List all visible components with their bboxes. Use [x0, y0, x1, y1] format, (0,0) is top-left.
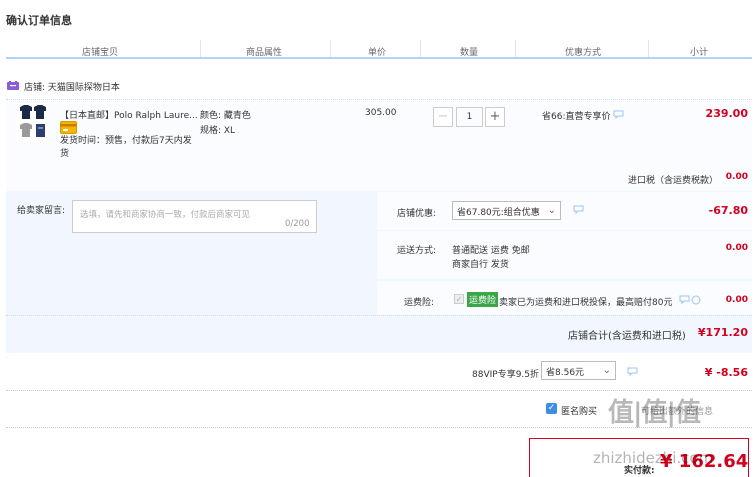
product-size: 规格: XL: [200, 126, 236, 136]
insurance-label: 运费险:: [404, 298, 435, 308]
insurance-value: 0.00: [725, 295, 748, 305]
chat-icon[interactable]: [627, 367, 638, 376]
shipping-carrier: 商家自行 发货: [452, 260, 509, 270]
store-total-value: ¥171.20: [697, 326, 748, 339]
vip-row: [6, 353, 752, 391]
item-subtotal: 239.00: [705, 107, 748, 120]
page-title: 确认订单信息: [6, 14, 72, 27]
vip-label: 88VIP专享9.5折: [472, 370, 540, 380]
import-tax-value: 0.00: [725, 172, 748, 182]
watermark-logo: 值|值|值: [608, 398, 701, 428]
message-char-count: 0/200: [285, 219, 310, 229]
product-thumbnail[interactable]: [16, 103, 48, 143]
chat-icon[interactable]: [613, 110, 624, 119]
store-discount-label: 店铺优惠:: [397, 209, 437, 219]
message-label: 给卖家留言:: [17, 206, 66, 216]
col-divider: [200, 40, 201, 57]
message-input[interactable]: 选填，请先和商家协商一致，付款后商家可见: [72, 200, 317, 233]
quantity-minus-button[interactable]: −: [433, 107, 453, 127]
import-tax-label: 进口税（含运费税款）: [628, 176, 719, 186]
store-discount-selected: 省67.80元:组合优惠: [457, 208, 540, 218]
vip-discount-select[interactable]: 省8.56元 ⌄: [541, 361, 616, 380]
insurance-badge: 运费险: [467, 292, 499, 307]
product-color: 颜色: 藏青色: [200, 111, 251, 121]
shipping-value: 0.00: [725, 243, 748, 253]
quantity-plus-button[interactable]: +: [485, 107, 505, 127]
tmall-store-icon: [7, 81, 19, 90]
vip-value: ¥ -8.56: [704, 366, 748, 379]
anonymous-label[interactable]: 匿名购买: [561, 404, 597, 417]
header-divider: [6, 57, 752, 59]
store-discount-value: -67.80: [708, 204, 748, 217]
anonymous-checkbox[interactable]: ✓: [546, 403, 557, 414]
store-name[interactable]: 店铺: 天猫国际探物日本: [24, 80, 120, 93]
store-discount-select[interactable]: 省67.80元:组合优惠 ⌄: [452, 201, 561, 220]
unit-price: 305.00: [365, 108, 397, 118]
insurance-desc: 卖家已为运费和进口税投保，最高赔付80元: [499, 298, 673, 308]
store-total-label: 店铺合计(含运费和进口税): [568, 331, 686, 342]
item-discount: 省66:直营专享价: [542, 112, 611, 122]
chevron-down-icon: ⌄: [547, 205, 556, 216]
quantity-input[interactable]: 1: [456, 107, 483, 127]
insurance-checkbox[interactable]: ✓: [454, 294, 464, 304]
chat-icon[interactable]: [573, 205, 584, 214]
shipping-method: 普通配送 运费 免邮: [452, 246, 530, 256]
chevron-down-icon: ⌄: [602, 365, 611, 376]
product-name-link[interactable]: 【日本直邮】Polo Ralph Laure...: [60, 108, 198, 121]
col-divider: [648, 40, 649, 57]
vip-discount-selected: 省8.56元: [546, 368, 585, 378]
ship-time: 发货时间：预售，付款后7天内发货: [60, 136, 192, 159]
help-icon[interactable]: [679, 295, 701, 305]
watermark-url: zhizhidezhi.com: [593, 449, 714, 467]
col-divider: [420, 40, 421, 57]
shipping-label: 运送方式:: [397, 246, 437, 256]
col-divider: [330, 40, 331, 57]
col-divider: [515, 40, 516, 57]
credit-card-icon: [60, 121, 77, 134]
